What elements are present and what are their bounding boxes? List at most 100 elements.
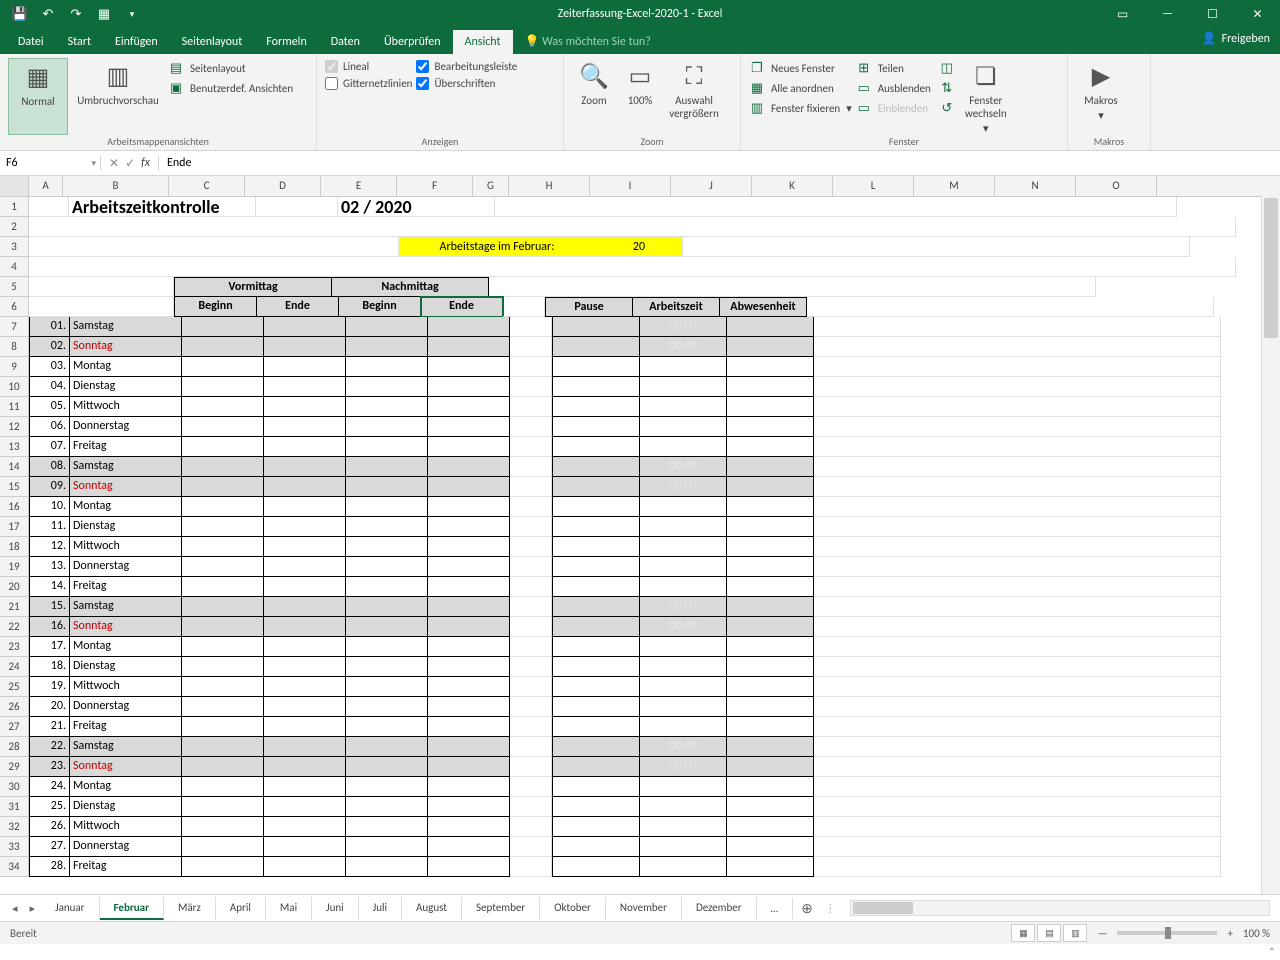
cell[interactable] bbox=[814, 597, 1221, 617]
cell[interactable] bbox=[727, 337, 814, 357]
cell[interactable] bbox=[428, 737, 510, 757]
cell[interactable] bbox=[552, 537, 640, 557]
cell[interactable]: 07. bbox=[29, 437, 70, 457]
cell[interactable]: Montag bbox=[70, 637, 182, 657]
cell[interactable] bbox=[510, 817, 552, 837]
cell[interactable]: Samstag bbox=[70, 597, 182, 617]
zoom-level[interactable]: 100 % bbox=[1243, 927, 1270, 940]
cell[interactable] bbox=[182, 677, 264, 697]
cell[interactable]: Dienstag bbox=[70, 657, 182, 677]
cell[interactable]: Sonntag bbox=[70, 757, 182, 777]
row-header[interactable]: 26 bbox=[0, 697, 29, 717]
col-header-J[interactable]: J bbox=[671, 176, 752, 196]
col-header-N[interactable]: N bbox=[995, 176, 1076, 196]
cell[interactable] bbox=[814, 397, 1221, 417]
cell[interactable] bbox=[346, 797, 428, 817]
cell[interactable] bbox=[264, 777, 346, 797]
cell[interactable]: 18. bbox=[29, 657, 70, 677]
cell[interactable] bbox=[428, 337, 510, 357]
cell[interactable]: 17. bbox=[29, 637, 70, 657]
cell[interactable]: 12. bbox=[29, 537, 70, 557]
cell[interactable]: 03. bbox=[29, 357, 70, 377]
cell[interactable]: 00:00 bbox=[640, 737, 727, 757]
cell[interactable] bbox=[814, 837, 1221, 857]
cell[interactable]: 16. bbox=[29, 617, 70, 637]
view-normal-icon[interactable]: ▦ bbox=[1011, 924, 1035, 942]
cell[interactable] bbox=[428, 837, 510, 857]
custom-views-button[interactable]: ▣Benutzerdef. Ansichten bbox=[168, 80, 293, 96]
cell[interactable] bbox=[428, 657, 510, 677]
cell[interactable] bbox=[640, 397, 727, 417]
cell[interactable] bbox=[814, 637, 1221, 657]
tab-nav-prev-icon[interactable]: ◂ bbox=[6, 902, 24, 915]
cell[interactable] bbox=[428, 697, 510, 717]
cell[interactable] bbox=[346, 737, 428, 757]
cell[interactable] bbox=[182, 817, 264, 837]
cell[interactable] bbox=[814, 577, 1221, 597]
cell[interactable] bbox=[814, 777, 1221, 797]
cell[interactable] bbox=[727, 437, 814, 457]
cell[interactable] bbox=[346, 537, 428, 557]
row-header[interactable]: 13 bbox=[0, 437, 29, 457]
cell[interactable] bbox=[182, 697, 264, 717]
cell[interactable] bbox=[814, 697, 1221, 717]
cell[interactable] bbox=[346, 697, 428, 717]
fx-icon[interactable]: fx bbox=[141, 156, 150, 170]
cell[interactable] bbox=[510, 837, 552, 857]
cell[interactable] bbox=[727, 817, 814, 837]
cell[interactable]: 04. bbox=[29, 377, 70, 397]
cell[interactable] bbox=[264, 477, 346, 497]
row-header[interactable]: 25 bbox=[0, 677, 29, 697]
maximize-icon[interactable]: ☐ bbox=[1190, 0, 1235, 28]
row-header[interactable]: 3 bbox=[0, 237, 29, 257]
cell[interactable] bbox=[428, 517, 510, 537]
cell[interactable] bbox=[640, 517, 727, 537]
cell[interactable] bbox=[29, 297, 174, 317]
enter-formula-icon[interactable]: ✓ bbox=[125, 156, 135, 171]
cell[interactable] bbox=[510, 557, 552, 577]
cell[interactable]: 09. bbox=[29, 477, 70, 497]
save-icon[interactable]: 💾 bbox=[8, 3, 32, 25]
cell[interactable] bbox=[264, 537, 346, 557]
cell[interactable] bbox=[814, 337, 1221, 357]
row-header[interactable]: 32 bbox=[0, 817, 29, 837]
cell[interactable] bbox=[552, 757, 640, 777]
cell[interactable] bbox=[552, 317, 640, 337]
cell[interactable] bbox=[727, 757, 814, 777]
row-header[interactable]: 2 bbox=[0, 217, 29, 237]
cell[interactable]: 28. bbox=[29, 857, 70, 877]
cell[interactable] bbox=[510, 577, 552, 597]
cell[interactable] bbox=[428, 757, 510, 777]
cell[interactable] bbox=[552, 397, 640, 417]
cell[interactable]: 02 / 2020 bbox=[338, 197, 495, 217]
sheet-tab-november[interactable]: November bbox=[606, 897, 682, 920]
cell[interactable] bbox=[814, 677, 1221, 697]
cell[interactable] bbox=[182, 837, 264, 857]
cell[interactable] bbox=[510, 657, 552, 677]
cell[interactable] bbox=[727, 557, 814, 577]
cell[interactable] bbox=[264, 677, 346, 697]
cell[interactable] bbox=[264, 857, 346, 877]
sheet-tab-juli[interactable]: Juli bbox=[359, 897, 402, 920]
cell[interactable] bbox=[346, 657, 428, 677]
cell[interactable] bbox=[640, 437, 727, 457]
col-header-I[interactable]: I bbox=[590, 176, 671, 196]
cell[interactable] bbox=[727, 417, 814, 437]
cell[interactable] bbox=[727, 477, 814, 497]
cell[interactable] bbox=[640, 537, 727, 557]
cell[interactable]: Freitag bbox=[70, 717, 182, 737]
formulabar-checkbox[interactable]: Bearbeitungsleiste bbox=[416, 60, 517, 73]
cell[interactable] bbox=[552, 817, 640, 837]
cell[interactable] bbox=[182, 497, 264, 517]
ribbon-options-icon[interactable]: ▭ bbox=[1100, 0, 1145, 28]
cell[interactable] bbox=[428, 457, 510, 477]
cell[interactable] bbox=[346, 857, 428, 877]
cell[interactable] bbox=[346, 717, 428, 737]
col-header-H[interactable]: H bbox=[509, 176, 590, 196]
cell[interactable] bbox=[182, 557, 264, 577]
menu-start[interactable]: Start bbox=[56, 30, 103, 54]
cell[interactable] bbox=[346, 357, 428, 377]
cell[interactable] bbox=[346, 377, 428, 397]
zoom-button[interactable]: 🔍Zoom bbox=[572, 58, 616, 135]
cell[interactable] bbox=[552, 497, 640, 517]
